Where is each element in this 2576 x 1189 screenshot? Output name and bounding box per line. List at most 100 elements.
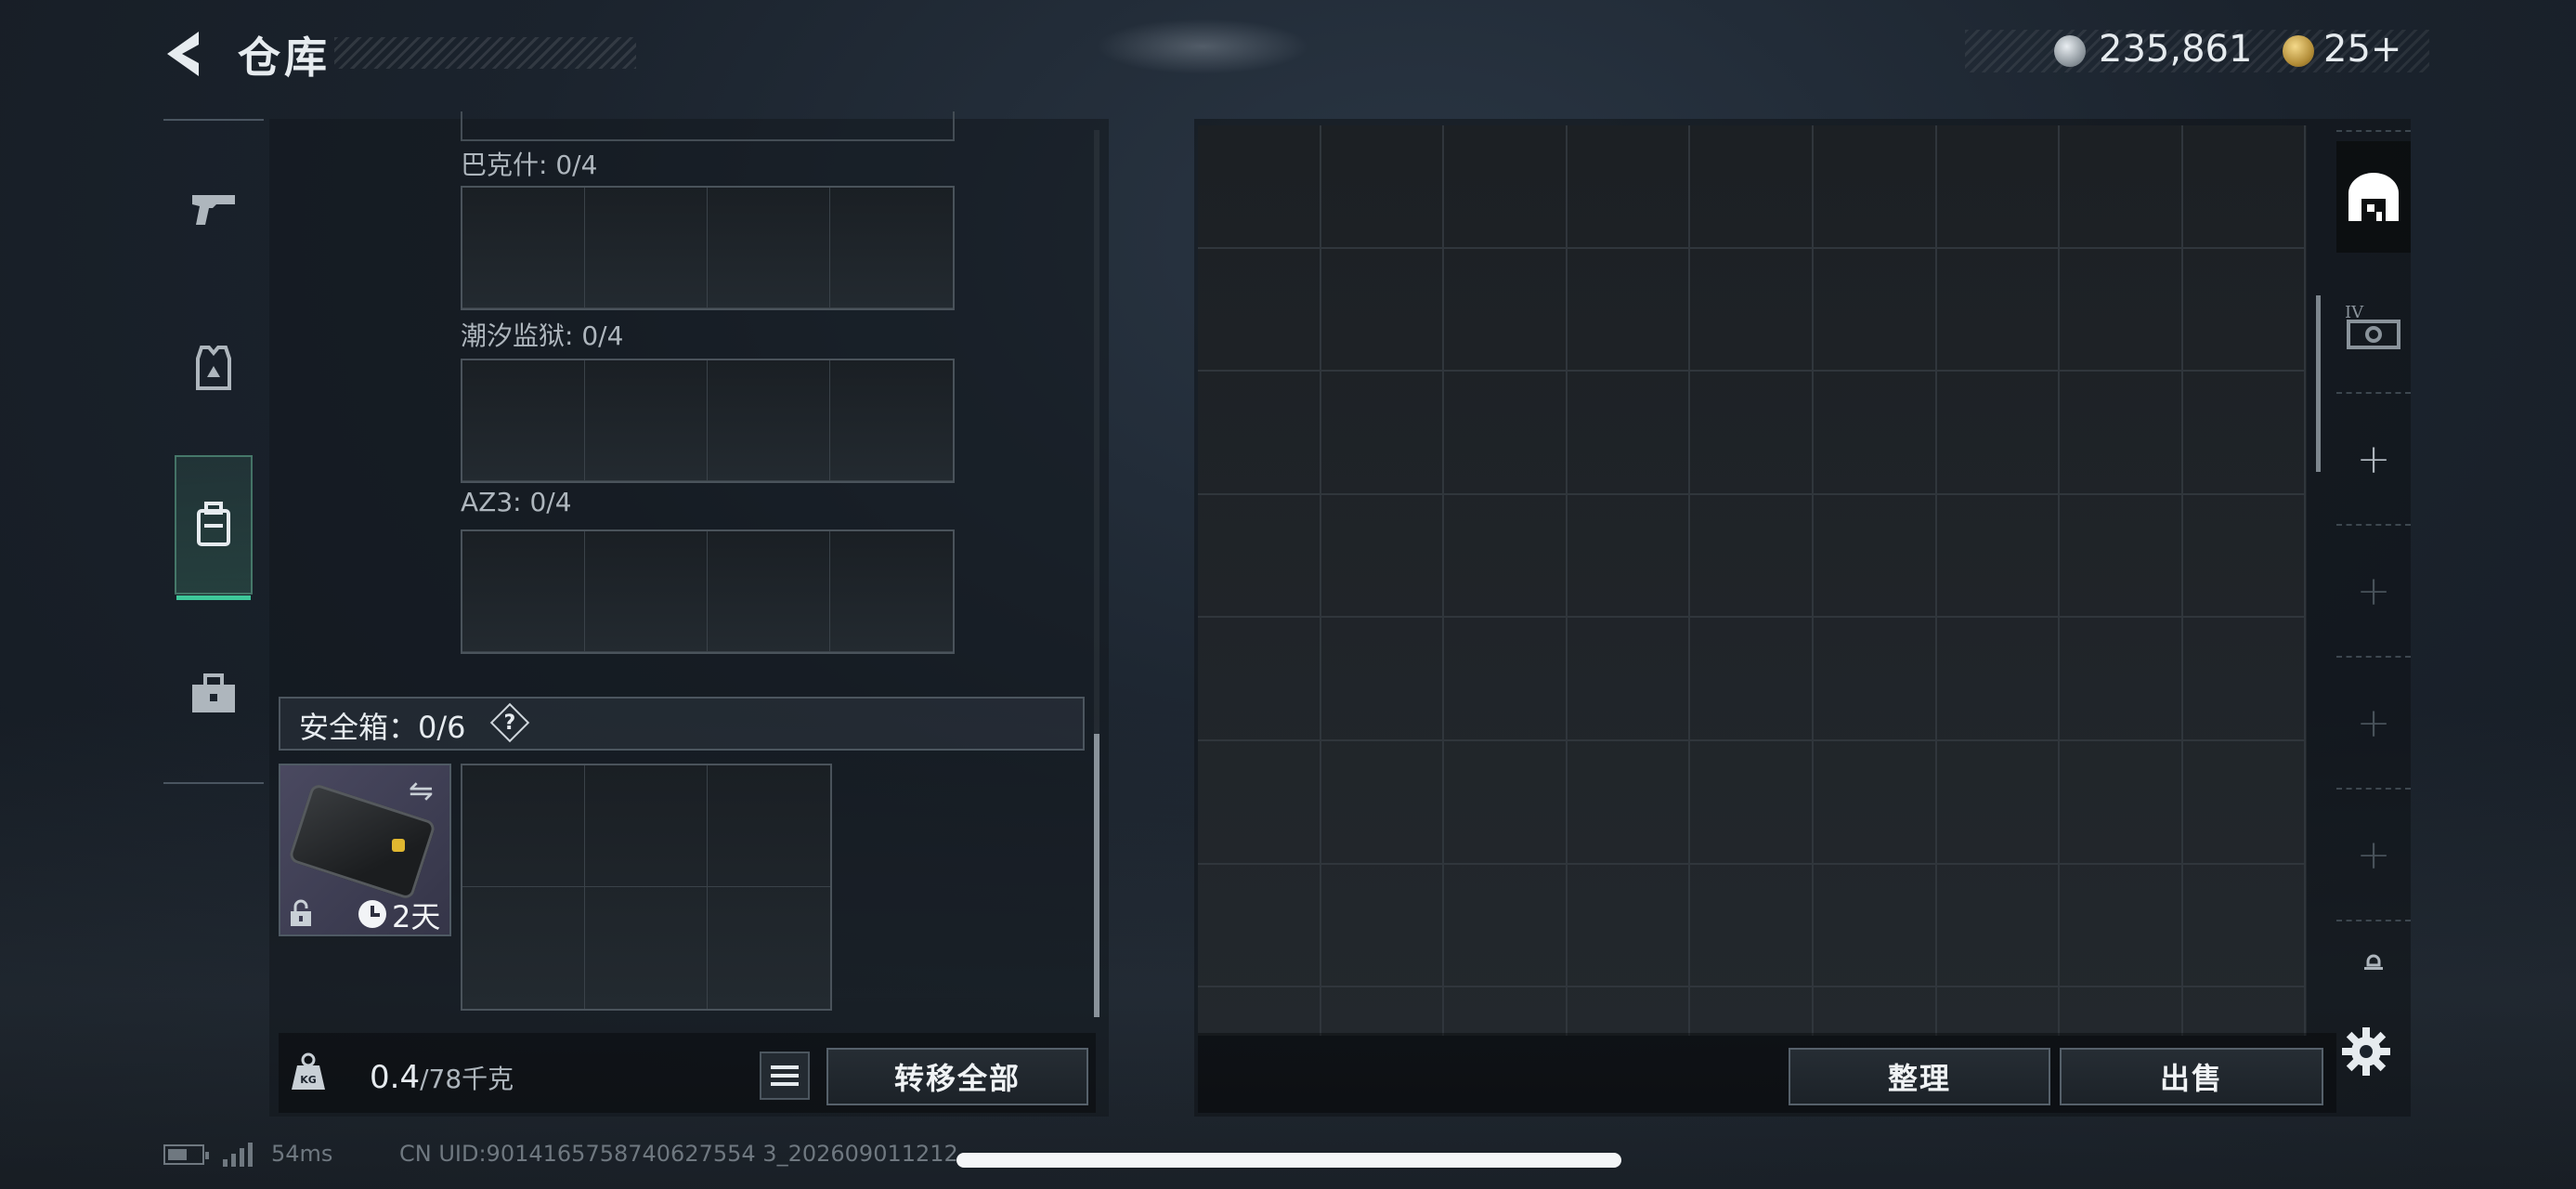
grid-slot[interactable] (585, 360, 708, 481)
stash-slot[interactable] (1444, 125, 1568, 249)
stash-slot[interactable] (2182, 248, 2307, 372)
grid-slot[interactable] (585, 531, 708, 652)
stash-slot[interactable] (1813, 618, 1937, 741)
sort-button[interactable]: 整理 (1789, 1048, 2050, 1105)
grid-slot[interactable] (462, 188, 585, 308)
stash-slot[interactable] (1690, 740, 1814, 865)
stash-slot[interactable] (1444, 372, 1568, 495)
stash-slot[interactable] (1690, 618, 1814, 741)
grid-slot[interactable] (462, 531, 585, 652)
stash-slot[interactable] (1567, 125, 1691, 249)
stash-slot[interactable] (1937, 987, 2061, 1036)
stash-slot[interactable] (2060, 494, 2183, 619)
stash-grid[interactable] (1198, 125, 2307, 1036)
stash-slot[interactable] (1198, 987, 1321, 1036)
grid-slot[interactable] (585, 887, 708, 1009)
stash-slot[interactable] (1444, 248, 1568, 372)
back-button[interactable] (158, 26, 214, 82)
stash-slot[interactable] (1690, 372, 1814, 495)
stash-slot[interactable] (2060, 248, 2183, 372)
stash-slot[interactable] (1444, 987, 1568, 1036)
grid-slot[interactable] (462, 360, 585, 481)
sell-button[interactable]: 出售 (2060, 1048, 2323, 1105)
stash-slot[interactable] (2060, 987, 2183, 1036)
grid-slot[interactable] (585, 188, 708, 308)
stash-slot[interactable] (2182, 125, 2307, 249)
container-grid[interactable] (461, 186, 955, 310)
stash-slot[interactable] (1198, 618, 1321, 741)
stash-slot[interactable] (2060, 740, 2183, 865)
grid-slot[interactable] (462, 765, 585, 887)
stash-slot[interactable] (1936, 494, 2061, 619)
stash-slot[interactable] (2060, 618, 2183, 741)
stash-slot[interactable] (1444, 618, 1568, 741)
stash-slot[interactable] (1321, 125, 1445, 249)
stash-slot[interactable] (1198, 494, 1321, 619)
list-view-button[interactable] (760, 1052, 810, 1100)
stash-slot[interactable] (1813, 864, 1937, 988)
stash-slot[interactable] (1936, 618, 2061, 741)
stash-slot[interactable] (1936, 248, 2061, 372)
grid-slot[interactable] (708, 360, 830, 481)
stash-slot[interactable] (1321, 494, 1445, 619)
stash-slot[interactable] (2060, 125, 2183, 249)
add-page-button[interactable]: + (2336, 403, 2411, 515)
stash-slot[interactable] (1690, 864, 1814, 988)
stash-slot[interactable] (1814, 987, 1937, 1036)
collapse-rail-button[interactable] (2336, 931, 2411, 996)
grid-slot[interactable] (830, 188, 953, 308)
grid-slot[interactable] (708, 887, 830, 1009)
stash-slot[interactable] (1567, 864, 1691, 988)
stash-slot[interactable] (1568, 987, 1691, 1036)
stash-slot[interactable] (1690, 494, 1814, 619)
stash-slot[interactable] (1198, 864, 1321, 988)
stash-slot[interactable] (1567, 618, 1691, 741)
stash-slot[interactable] (1198, 248, 1321, 372)
stash-slot[interactable] (1936, 864, 2061, 988)
grid-slot[interactable] (708, 531, 830, 652)
category-tab-supplies[interactable] (175, 624, 253, 764)
stash-page-main[interactable] (2336, 141, 2411, 253)
settings-gear-icon[interactable] (2340, 1026, 2392, 1078)
stash-slot[interactable] (1813, 125, 1937, 249)
grid-slot[interactable] (708, 188, 830, 308)
grid-slot[interactable] (830, 360, 953, 481)
stash-slot[interactable] (1444, 494, 1568, 619)
stash-slot[interactable] (1198, 372, 1321, 495)
stash-slot[interactable] (1690, 125, 1814, 249)
transfer-all-button[interactable]: 转移全部 (826, 1048, 1088, 1105)
stash-slot[interactable] (2182, 864, 2307, 988)
stash-slot[interactable] (1567, 372, 1691, 495)
scrollbar-thumb[interactable] (1094, 734, 1099, 1017)
category-tab-backpack[interactable] (175, 455, 253, 600)
stash-slot[interactable] (1444, 864, 1568, 988)
stash-slot[interactable] (2183, 987, 2307, 1036)
stash-slot[interactable] (1321, 618, 1445, 741)
container-grid[interactable] (461, 529, 955, 654)
stash-slot[interactable] (1321, 248, 1445, 372)
stash-slot[interactable] (1444, 740, 1568, 865)
stash-slot[interactable] (1690, 987, 1814, 1036)
safe-box-grid[interactable] (461, 764, 832, 1011)
stash-scrollbar[interactable] (2316, 295, 2321, 472)
stash-slot[interactable] (1813, 372, 1937, 495)
stash-slot[interactable] (2182, 494, 2307, 619)
stash-slot[interactable] (1936, 372, 2061, 495)
stash-slot[interactable] (2060, 864, 2183, 988)
stash-slot[interactable] (1567, 248, 1691, 372)
stash-slot[interactable] (2182, 372, 2307, 495)
home-indicator[interactable] (956, 1153, 1621, 1168)
category-tab-weapons[interactable] (175, 139, 253, 279)
container-grid[interactable] (461, 359, 955, 483)
stash-slot[interactable] (1690, 248, 1814, 372)
stash-slot[interactable] (1936, 740, 2061, 865)
stash-slot[interactable] (2060, 372, 2183, 495)
grid-slot[interactable] (708, 765, 830, 887)
stash-slot[interactable] (1198, 125, 1321, 249)
stash-slot[interactable] (1813, 248, 1937, 372)
stash-slot[interactable] (2182, 740, 2307, 865)
grid-slot[interactable] (585, 765, 708, 887)
stash-slot[interactable] (1936, 125, 2061, 249)
stash-slot[interactable] (2182, 618, 2307, 741)
stash-slot[interactable] (1198, 740, 1321, 865)
